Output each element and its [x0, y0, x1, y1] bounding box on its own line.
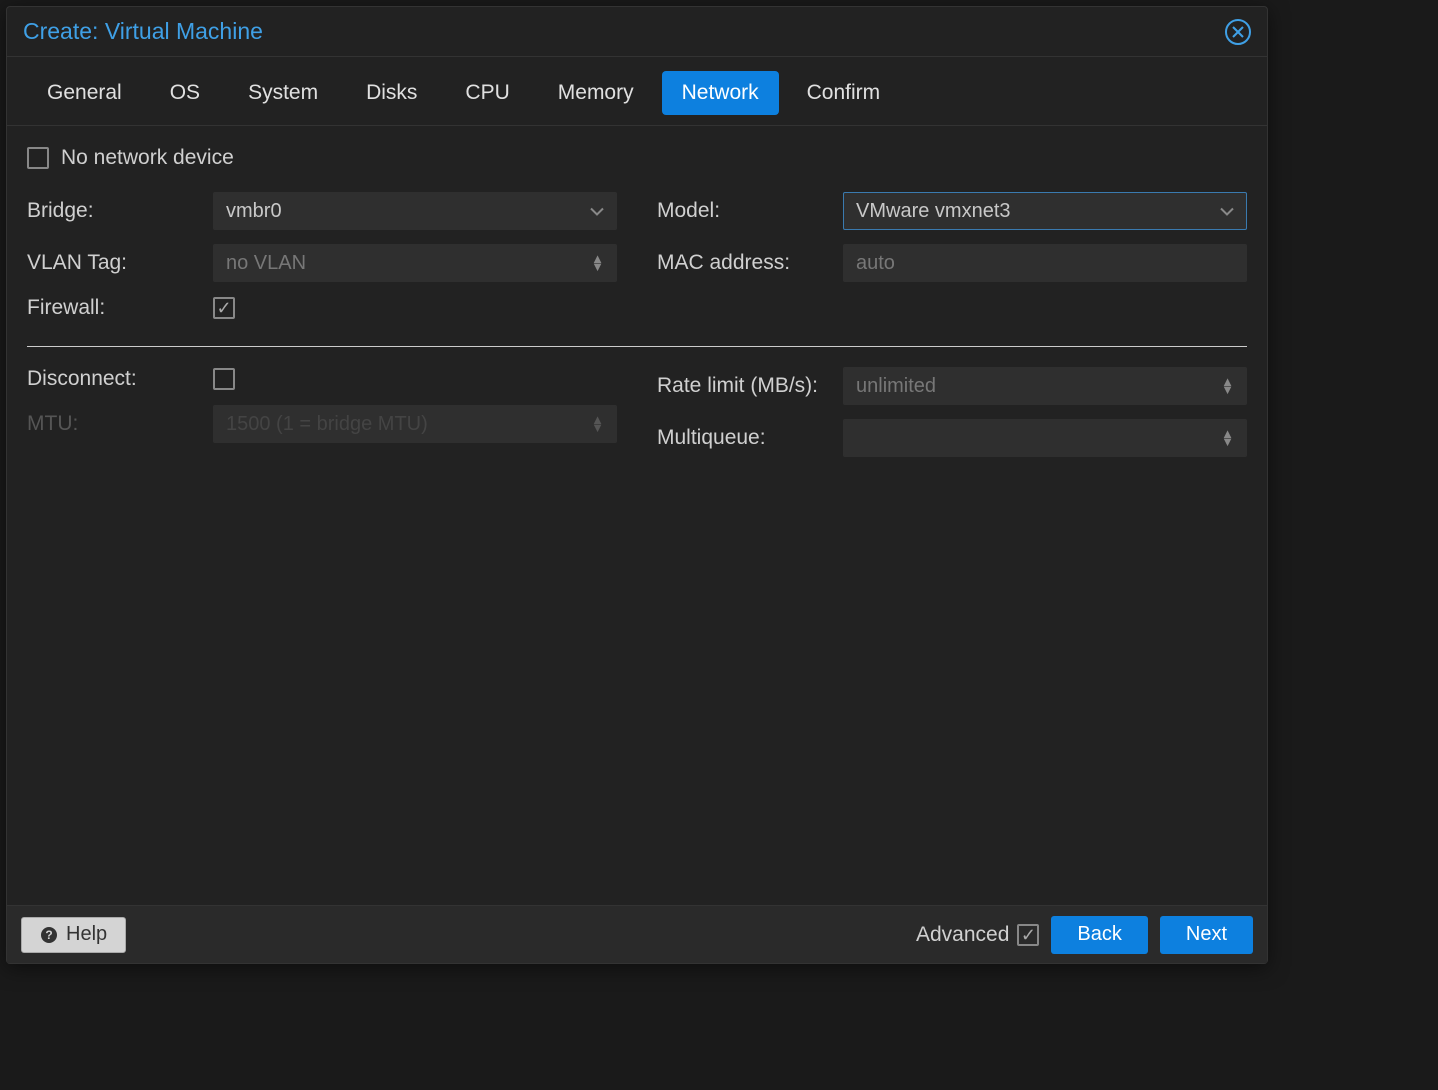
- bridge-value: vmbr0: [226, 200, 282, 223]
- spinner-icon: ▲▼: [591, 416, 604, 432]
- mac-placeholder: auto: [856, 252, 895, 275]
- mac-label: MAC address:: [657, 251, 843, 275]
- model-value: VMware vmxnet3: [856, 200, 1011, 223]
- multiqueue-label: Multiqueue:: [657, 426, 843, 450]
- mac-input[interactable]: auto: [843, 244, 1247, 282]
- help-icon: ?: [40, 926, 58, 944]
- create-vm-dialog: Create: Virtual Machine General OS Syste…: [6, 6, 1268, 964]
- multiqueue-input[interactable]: ▲▼: [843, 419, 1247, 457]
- dialog-footer: ? Help Advanced Back Next: [7, 905, 1267, 963]
- no-network-device-checkbox[interactable]: [27, 147, 49, 169]
- dialog-titlebar: Create: Virtual Machine: [7, 7, 1267, 57]
- tab-confirm[interactable]: Confirm: [787, 71, 901, 115]
- vlan-label: VLAN Tag:: [27, 251, 213, 275]
- spinner-icon: ▲▼: [591, 255, 604, 271]
- tab-disks[interactable]: Disks: [346, 71, 437, 115]
- mtu-label: MTU:: [27, 412, 213, 436]
- ratelimit-label: Rate limit (MB/s):: [657, 374, 843, 398]
- help-label: Help: [66, 923, 107, 946]
- close-icon: [1231, 25, 1245, 39]
- help-button[interactable]: ? Help: [21, 917, 126, 953]
- firewall-label: Firewall:: [27, 296, 213, 320]
- back-button[interactable]: Back: [1051, 916, 1147, 954]
- model-select[interactable]: VMware vmxnet3: [843, 192, 1247, 230]
- spinner-icon: ▲▼: [1221, 378, 1234, 394]
- mtu-placeholder: 1500 (1 = bridge MTU): [226, 413, 428, 436]
- next-button[interactable]: Next: [1160, 916, 1253, 954]
- dialog-title: Create: Virtual Machine: [23, 18, 263, 45]
- vlan-input[interactable]: no VLAN ▲▼: [213, 244, 617, 282]
- wizard-tabs: General OS System Disks CPU Memory Netwo…: [7, 57, 1267, 126]
- spinner-icon: ▲▼: [1221, 430, 1234, 446]
- model-label: Model:: [657, 199, 843, 223]
- ratelimit-placeholder: unlimited: [856, 375, 936, 398]
- tab-general[interactable]: General: [27, 71, 142, 115]
- disconnect-label: Disconnect:: [27, 367, 213, 391]
- section-divider: [27, 346, 1247, 347]
- no-network-device-label: No network device: [61, 146, 234, 170]
- chevron-down-icon: [1220, 200, 1234, 223]
- tab-memory[interactable]: Memory: [538, 71, 654, 115]
- tab-os[interactable]: OS: [150, 71, 220, 115]
- tab-network[interactable]: Network: [662, 71, 779, 115]
- svg-text:?: ?: [45, 928, 52, 942]
- bridge-label: Bridge:: [27, 199, 213, 223]
- firewall-checkbox[interactable]: [213, 297, 235, 319]
- tab-content: No network device Bridge: vmbr0 VLAN Tag…: [7, 126, 1267, 905]
- mtu-input[interactable]: 1500 (1 = bridge MTU) ▲▼: [213, 405, 617, 443]
- bridge-select[interactable]: vmbr0: [213, 192, 617, 230]
- chevron-down-icon: [590, 200, 604, 223]
- ratelimit-input[interactable]: unlimited ▲▼: [843, 367, 1247, 405]
- vlan-placeholder: no VLAN: [226, 252, 306, 275]
- tab-system[interactable]: System: [228, 71, 338, 115]
- disconnect-checkbox[interactable]: [213, 368, 235, 390]
- advanced-label: Advanced: [916, 923, 1009, 947]
- advanced-checkbox[interactable]: [1017, 924, 1039, 946]
- tab-cpu[interactable]: CPU: [445, 71, 529, 115]
- close-button[interactable]: [1225, 19, 1251, 45]
